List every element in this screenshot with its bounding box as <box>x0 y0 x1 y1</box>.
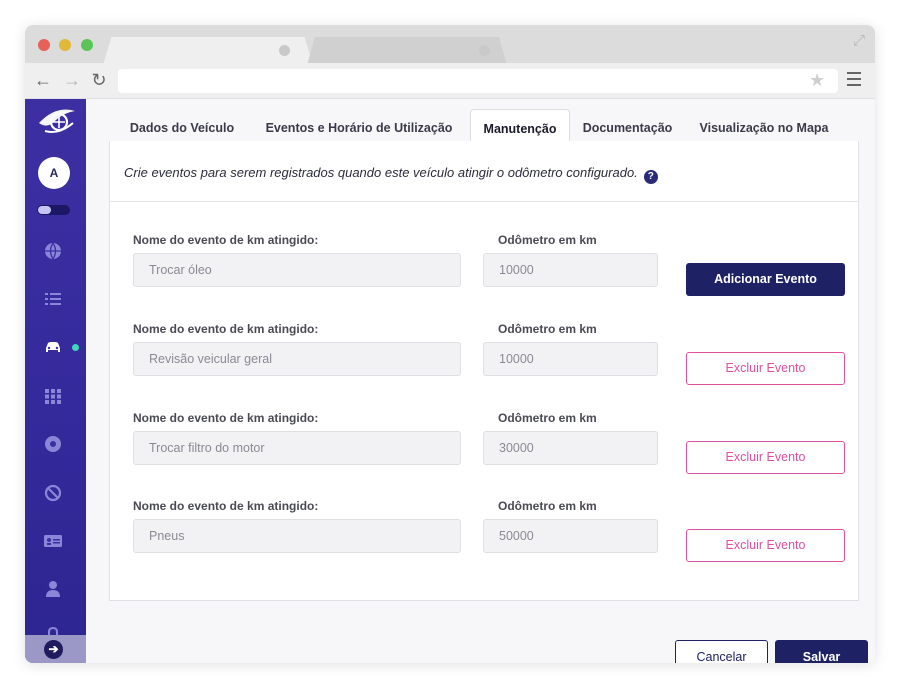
id-card-icon[interactable] <box>43 531 63 551</box>
sidebar-toggle[interactable] <box>37 205 70 215</box>
browser-window: ⤢ ← → ↻ ★ A ➔ Dados do Veículo Eventos e… <box>25 25 875 663</box>
event-row: Nome do evento de km atingido: Odômetro … <box>110 411 858 491</box>
active-indicator <box>72 344 79 351</box>
odometer-label: Odômetro em km <box>498 322 597 336</box>
maintenance-panel: Crie eventos para serem registrados quan… <box>109 141 859 601</box>
minimize-window-button[interactable] <box>59 39 71 51</box>
odometer-input[interactable]: 10000 <box>483 342 658 376</box>
car-icon[interactable] <box>43 337 63 357</box>
sidebar-footer: ➔ <box>25 635 86 663</box>
event-name-input[interactable]: Revisão veicular geral <box>133 342 461 376</box>
browser-tab-active[interactable] <box>103 37 313 65</box>
tab-bar: Dados do Veículo Eventos e Horário de Ut… <box>109 109 859 144</box>
save-button[interactable]: Salvar <box>775 640 868 663</box>
arrow-left-icon[interactable]: ← <box>33 70 53 90</box>
grid-icon[interactable] <box>43 386 63 406</box>
event-row: Nome do evento de km atingido: Odômetro … <box>110 233 858 313</box>
event-name-input[interactable]: Trocar óleo <box>133 253 461 287</box>
globe-icon[interactable] <box>43 241 63 261</box>
hamburger-menu-icon[interactable] <box>847 72 861 86</box>
address-bar: ← → ↻ ★ <box>25 63 875 99</box>
reload-icon[interactable]: ↻ <box>89 70 109 90</box>
event-name-label: Nome do evento de km atingido: <box>133 411 319 425</box>
divider <box>110 201 858 202</box>
expand-icon[interactable]: ⤢ <box>851 33 867 49</box>
help-icon[interactable]: ? <box>643 170 658 184</box>
main-content: Dados do Veículo Eventos e Horário de Ut… <box>86 99 875 663</box>
odometer-label: Odômetro em km <box>498 411 597 425</box>
event-row: Nome do evento de km atingido: Odômetro … <box>110 322 858 402</box>
url-input[interactable] <box>118 69 838 93</box>
odometer-input[interactable]: 10000 <box>483 253 658 287</box>
delete-event-button[interactable]: Excluir Evento <box>686 352 845 385</box>
odometer-input[interactable]: 50000 <box>483 519 658 553</box>
browser-tab[interactable] <box>307 37 507 65</box>
close-window-button[interactable] <box>38 39 50 51</box>
maximize-window-button[interactable] <box>81 39 93 51</box>
tab-eventos-horario[interactable]: Eventos e Horário de Utilização <box>259 109 459 144</box>
event-row: Nome do evento de km atingido: Odômetro … <box>110 499 858 579</box>
event-name-label: Nome do evento de km atingido: <box>133 322 319 336</box>
tab-documentacao[interactable]: Documentação <box>575 109 680 144</box>
odometer-label: Odômetro em km <box>498 499 597 513</box>
intro-text: Crie eventos para serem registrados quan… <box>124 165 658 184</box>
avatar[interactable]: A <box>38 157 70 189</box>
event-name-input[interactable]: Trocar filtro do motor <box>133 431 461 465</box>
arrow-right-icon[interactable]: → <box>62 70 82 90</box>
tab-visualizacao-no-mapa[interactable]: Visualização no Mapa <box>689 109 839 144</box>
cancel-button[interactable]: Cancelar <box>675 640 768 663</box>
tab-close-icon[interactable] <box>479 45 490 56</box>
delete-event-button[interactable]: Excluir Evento <box>686 441 845 474</box>
arrow-right-circle-icon[interactable]: ➔ <box>44 640 63 659</box>
odometer-label: Odômetro em km <box>498 233 597 247</box>
list-icon[interactable] <box>43 289 63 309</box>
sidebar: A ➔ <box>25 99 86 663</box>
user-icon[interactable] <box>43 579 63 599</box>
record-icon[interactable] <box>43 434 63 454</box>
event-name-label: Nome do evento de km atingido: <box>133 233 319 247</box>
delete-event-button[interactable]: Excluir Evento <box>686 529 845 562</box>
tab-close-icon[interactable] <box>279 45 290 56</box>
tab-manutencao[interactable]: Manutenção <box>470 109 570 144</box>
star-icon[interactable]: ★ <box>809 70 825 91</box>
block-icon[interactable] <box>43 483 63 503</box>
tab-dados-do-veiculo[interactable]: Dados do Veículo <box>109 109 255 144</box>
browser-tab-strip: ⤢ <box>25 25 875 65</box>
event-name-label: Nome do evento de km atingido: <box>133 499 319 513</box>
event-name-input[interactable]: Pneus <box>133 519 461 553</box>
logo-icon <box>39 109 75 133</box>
add-event-button[interactable]: Adicionar Evento <box>686 263 845 296</box>
odometer-input[interactable]: 30000 <box>483 431 658 465</box>
